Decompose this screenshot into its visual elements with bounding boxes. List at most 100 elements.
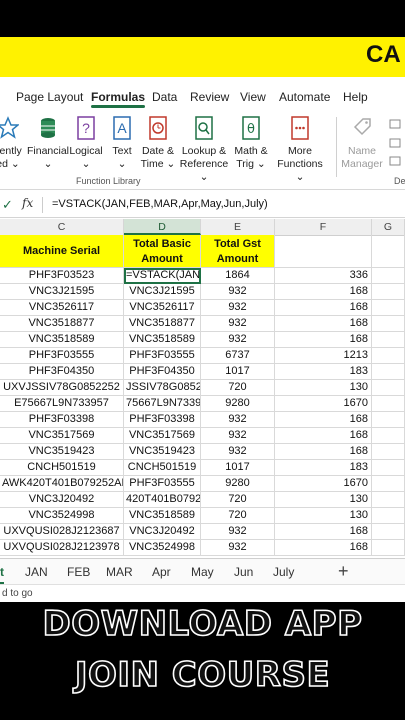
sheet-tab-current[interactable]: t <box>0 565 4 584</box>
lookup-reference-button[interactable]: Lookup & Reference ⌄ <box>178 115 230 184</box>
cell-total-basic[interactable]: 420T401B07925 <box>124 492 201 508</box>
cell-f-value[interactable]: 168 <box>275 444 372 460</box>
date-time-button[interactable]: Date & Time ⌄ <box>136 115 180 171</box>
cell-f-value[interactable]: 130 <box>275 380 372 396</box>
sheet-tab-jun[interactable]: Jun <box>234 565 253 579</box>
cell-total-gst[interactable]: 720 <box>201 380 275 396</box>
cell-g-empty[interactable] <box>372 476 405 492</box>
cell-machine-serial[interactable]: VNC3519423 <box>0 444 124 460</box>
cell-f-value[interactable]: 168 <box>275 300 372 316</box>
cell-g-empty[interactable] <box>372 268 405 284</box>
cell-total-basic[interactable]: =VSTACK(JAN, <box>124 268 201 284</box>
cell-total-basic[interactable]: VNC3526117 <box>124 300 201 316</box>
cell-g-empty[interactable] <box>372 412 405 428</box>
column-header-e[interactable]: E <box>201 219 275 235</box>
header-total-basic[interactable]: Total Basic Amount <box>124 235 201 268</box>
cell-total-basic[interactable]: PHF3F03555 <box>124 348 201 364</box>
cell-total-gst[interactable]: 932 <box>201 524 275 540</box>
cell-total-basic[interactable]: VNC3517569 <box>124 428 201 444</box>
check-icon[interactable]: ✓ <box>2 197 13 213</box>
cell-total-gst[interactable]: 932 <box>201 412 275 428</box>
cell-g-empty[interactable] <box>372 540 405 556</box>
cell-f-value[interactable]: 168 <box>275 412 372 428</box>
cell-total-basic[interactable]: JSSIV78G08522 <box>124 380 201 396</box>
cell-total-gst[interactable]: 932 <box>201 332 275 348</box>
cell-g-empty[interactable] <box>372 460 405 476</box>
cell-machine-serial[interactable]: VNC3J20492 <box>0 492 124 508</box>
cell-total-basic[interactable]: VNC3519423 <box>124 444 201 460</box>
cell-f-value[interactable]: 168 <box>275 540 372 556</box>
tab-data[interactable]: Data <box>152 90 177 104</box>
column-header-d[interactable]: D <box>124 219 201 235</box>
cell-total-basic[interactable]: PHF3F03555 <box>124 476 201 492</box>
cell-total-gst[interactable]: 6737 <box>201 348 275 364</box>
cell-total-gst[interactable]: 9280 <box>201 396 275 412</box>
sheet-tab-may[interactable]: May <box>191 565 214 579</box>
cell-total-basic[interactable]: VNC3518877 <box>124 316 201 332</box>
cell-machine-serial[interactable]: CNCH501519 <box>0 460 124 476</box>
cell-total-basic[interactable]: PHF3F04350 <box>124 364 201 380</box>
header-total-gst[interactable]: Total Gst Amount <box>201 235 275 268</box>
cell-total-gst[interactable]: 720 <box>201 492 275 508</box>
cell-total-basic[interactable]: VNC3518589 <box>124 332 201 348</box>
cell-total-gst[interactable]: 9280 <box>201 476 275 492</box>
cell-total-basic[interactable]: 75667L9N73395 <box>124 396 201 412</box>
cell-machine-serial[interactable]: PHF3F04350 <box>0 364 124 380</box>
cell-machine-serial[interactable]: VNC3517569 <box>0 428 124 444</box>
cell-machine-serial[interactable]: VNC3518877 <box>0 316 124 332</box>
cell-machine-serial[interactable]: VNC3J21595 <box>0 284 124 300</box>
cell-machine-serial[interactable]: VNC3524998 <box>0 508 124 524</box>
cell-machine-serial[interactable]: E75667L9N733957 <box>0 396 124 412</box>
tab-help[interactable]: Help <box>343 90 368 104</box>
tab-review[interactable]: Review <box>190 90 229 104</box>
cell-machine-serial[interactable]: VNC3526117 <box>0 300 124 316</box>
cell-total-gst[interactable]: 932 <box>201 540 275 556</box>
cell-f-value[interactable]: 168 <box>275 284 372 300</box>
sheet-tab-jan[interactable]: JAN <box>25 565 48 579</box>
cell-f-value[interactable]: 336 <box>275 268 372 284</box>
cell-g-empty[interactable] <box>372 380 405 396</box>
cell-machine-serial[interactable]: AWK420T401B079252AE <box>0 476 124 492</box>
tab-page-layout[interactable]: Page Layout <box>16 90 83 104</box>
cell-f-value[interactable]: 183 <box>275 364 372 380</box>
add-sheet-button[interactable]: + <box>338 561 349 582</box>
cell-machine-serial[interactable]: PHF3F03555 <box>0 348 124 364</box>
cell-f-value[interactable]: 168 <box>275 316 372 332</box>
cell-machine-serial[interactable]: UXVQUSI028J2123687 <box>0 524 124 540</box>
cell-f-value[interactable]: 183 <box>275 460 372 476</box>
sheet-tab-july[interactable]: July <box>273 565 294 579</box>
cell-g-empty[interactable] <box>372 332 405 348</box>
cell-g-empty[interactable] <box>372 348 405 364</box>
cell-total-gst[interactable]: 1017 <box>201 364 275 380</box>
cell-g-empty[interactable] <box>372 364 405 380</box>
fx-icon[interactable]: fx <box>22 196 33 210</box>
cell-g-empty[interactable] <box>372 300 405 316</box>
header-machine-serial[interactable]: Machine Serial <box>0 235 124 268</box>
cell-machine-serial[interactable]: UXVQUSI028J2123978 <box>0 540 124 556</box>
cell-total-gst[interactable]: 932 <box>201 444 275 460</box>
sheet-tab-apr[interactable]: Apr <box>152 565 171 579</box>
cell-g-empty[interactable] <box>372 396 405 412</box>
sheet-tab-feb[interactable]: FEB <box>67 565 90 579</box>
cell-g-empty[interactable] <box>372 508 405 524</box>
cell-f-value[interactable]: 168 <box>275 524 372 540</box>
cell-total-basic[interactable]: PHF3F03398 <box>124 412 201 428</box>
cell-total-gst[interactable]: 932 <box>201 300 275 316</box>
cell-machine-serial[interactable]: PHF3F03398 <box>0 412 124 428</box>
header-g-empty[interactable] <box>372 235 405 268</box>
define-name-icons[interactable] <box>388 117 402 169</box>
cell-g-empty[interactable] <box>372 492 405 508</box>
cell-f-value[interactable]: 168 <box>275 332 372 348</box>
cell-g-empty[interactable] <box>372 316 405 332</box>
cell-f-value[interactable]: 168 <box>275 428 372 444</box>
cell-f-value[interactable]: 1670 <box>275 396 372 412</box>
cell-total-gst[interactable]: 1017 <box>201 460 275 476</box>
math-trig-button[interactable]: θ Math & Trig ⌄ <box>229 115 273 171</box>
cell-machine-serial[interactable]: VNC3518589 <box>0 332 124 348</box>
cell-total-basic[interactable]: CNCH501519 <box>124 460 201 476</box>
cell-total-basic[interactable]: VNC3J21595 <box>124 284 201 300</box>
more-functions-button[interactable]: More Functions ⌄ <box>272 115 328 184</box>
cell-total-gst[interactable]: 932 <box>201 428 275 444</box>
cell-total-gst[interactable]: 932 <box>201 316 275 332</box>
cell-total-basic[interactable]: VNC3J20492 <box>124 524 201 540</box>
